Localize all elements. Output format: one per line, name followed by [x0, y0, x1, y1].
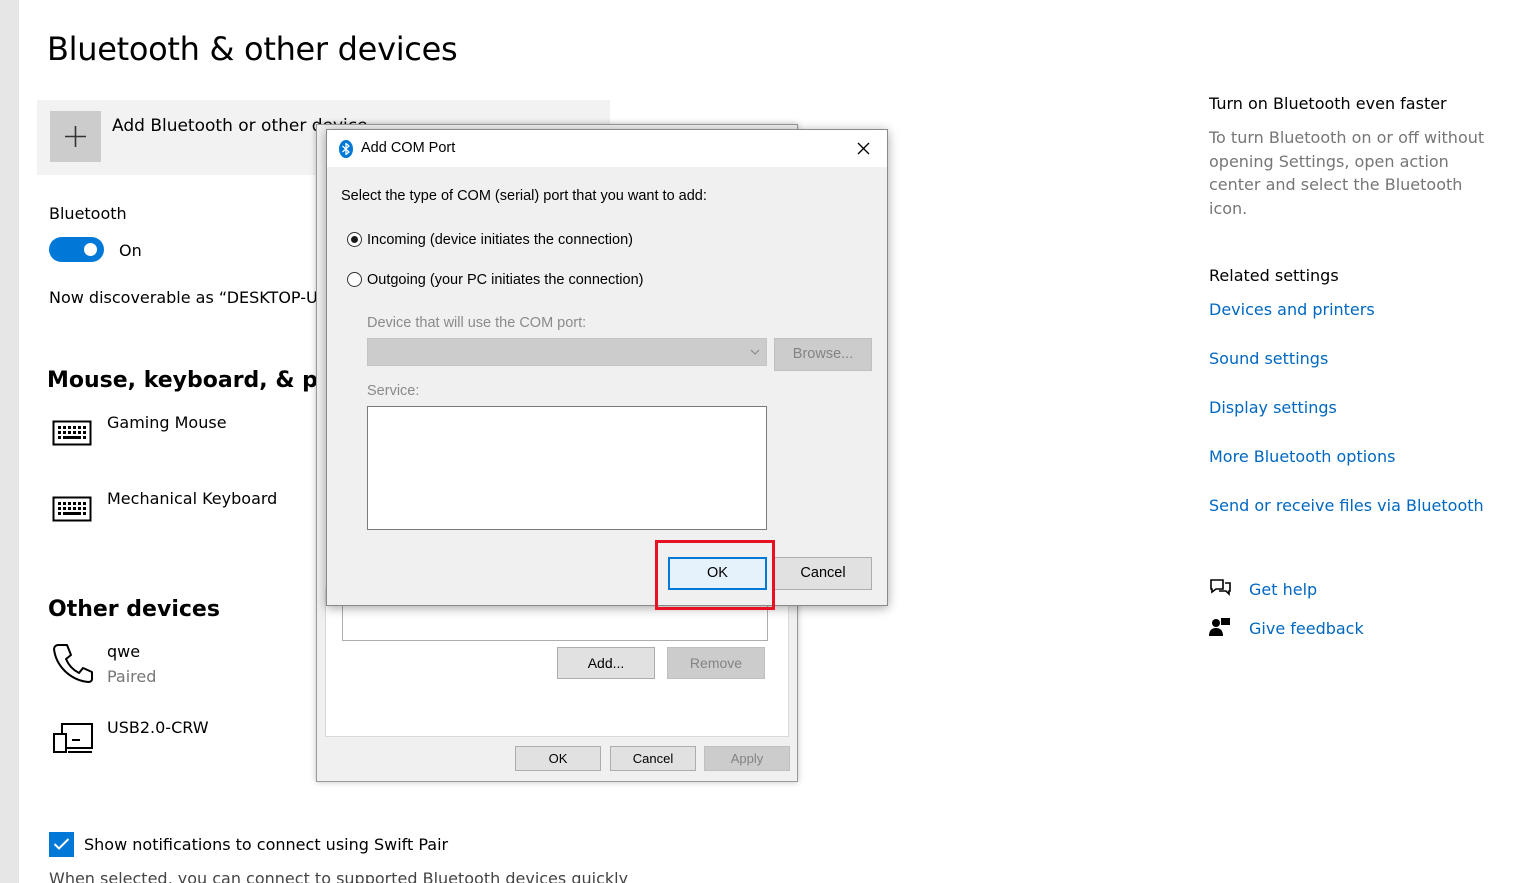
give-feedback-icon	[1209, 618, 1230, 636]
dialog-title: Add COM Port	[361, 140, 456, 156]
left-nav-strip	[0, 0, 19, 883]
add-com-port-button[interactable]: Add...	[557, 647, 655, 679]
close-icon	[857, 142, 870, 155]
device-name: qwe	[107, 642, 141, 661]
link-sound-settings[interactable]: Sound settings	[1209, 349, 1328, 368]
swift-pair-checkbox[interactable]	[49, 832, 74, 857]
chevron-down-icon	[750, 349, 760, 355]
dialog-prompt: Select the type of COM (serial) port tha…	[341, 188, 707, 204]
remove-com-port-button[interactable]: Remove	[667, 647, 765, 679]
faster-body: To turn Bluetooth on or off without open…	[1209, 128, 1485, 218]
link-display-settings[interactable]: Display settings	[1209, 398, 1337, 417]
faster-heading: Turn on Bluetooth even faster	[1209, 94, 1447, 113]
bg-apply-button[interactable]: Apply	[704, 746, 790, 771]
keyboard-icon	[52, 420, 92, 446]
bluetooth-state-label: On	[119, 241, 142, 260]
radio-outgoing-label: Outgoing (your PC initiates the connecti…	[367, 272, 644, 288]
device-name: Mechanical Keyboard	[107, 489, 278, 508]
add-com-port-dialog: Add COM Port Select the type of COM (ser…	[326, 129, 888, 606]
dialog-titlebar[interactable]: Add COM Port	[327, 130, 887, 167]
browse-button[interactable]: Browse...	[774, 338, 872, 371]
section-heading-other: Other devices	[48, 597, 220, 622]
keyboard-icon	[52, 496, 92, 522]
page-title: Bluetooth & other devices	[47, 30, 458, 68]
service-field-label: Service:	[367, 383, 420, 399]
link-more-bluetooth-options[interactable]: More Bluetooth options	[1209, 447, 1395, 466]
device-name: Gaming Mouse	[107, 413, 227, 432]
link-send-receive-files[interactable]: Send or receive files via Bluetooth	[1209, 496, 1484, 515]
bluetooth-label: Bluetooth	[49, 204, 127, 223]
close-button[interactable]	[841, 130, 887, 167]
device-select[interactable]	[367, 338, 767, 366]
swift-pair-description: When selected, you can connect to suppor…	[49, 869, 629, 883]
bluetooth-icon	[339, 140, 353, 158]
device-field-label: Device that will use the COM port:	[367, 315, 587, 331]
radio-button[interactable]	[347, 272, 362, 287]
phone-icon	[53, 644, 93, 683]
link-devices-and-printers[interactable]: Devices and printers	[1209, 300, 1375, 319]
checkmark-icon	[53, 838, 70, 850]
get-help-icon	[1210, 579, 1231, 596]
related-settings-heading: Related settings	[1209, 266, 1339, 285]
radio-incoming-label: Incoming (device initiates the connectio…	[367, 232, 633, 248]
toggle-knob	[84, 243, 97, 256]
cancel-button[interactable]: Cancel	[774, 557, 872, 590]
device-status: Paired	[107, 667, 157, 686]
discoverable-text: Now discoverable as “DESKTOP-UE	[49, 288, 328, 307]
device-icon	[53, 723, 93, 753]
radio-dot	[351, 236, 358, 243]
service-field[interactable]	[367, 406, 767, 530]
swift-pair-label: Show notifications to connect using Swif…	[84, 835, 449, 854]
give-feedback-link[interactable]: Give feedback	[1249, 619, 1364, 638]
section-heading-mouse: Mouse, keyboard, & pen	[47, 368, 349, 393]
bg-ok-button[interactable]: OK	[515, 746, 601, 771]
device-name: USB2.0-CRW	[107, 718, 209, 737]
com-ports-list[interactable]	[342, 606, 768, 641]
bluetooth-toggle[interactable]	[49, 237, 104, 262]
radio-button[interactable]	[347, 232, 362, 247]
get-help-link[interactable]: Get help	[1249, 580, 1317, 599]
plus-icon	[50, 111, 101, 162]
bg-cancel-button[interactable]: Cancel	[610, 746, 696, 771]
highlight-box	[655, 540, 775, 610]
